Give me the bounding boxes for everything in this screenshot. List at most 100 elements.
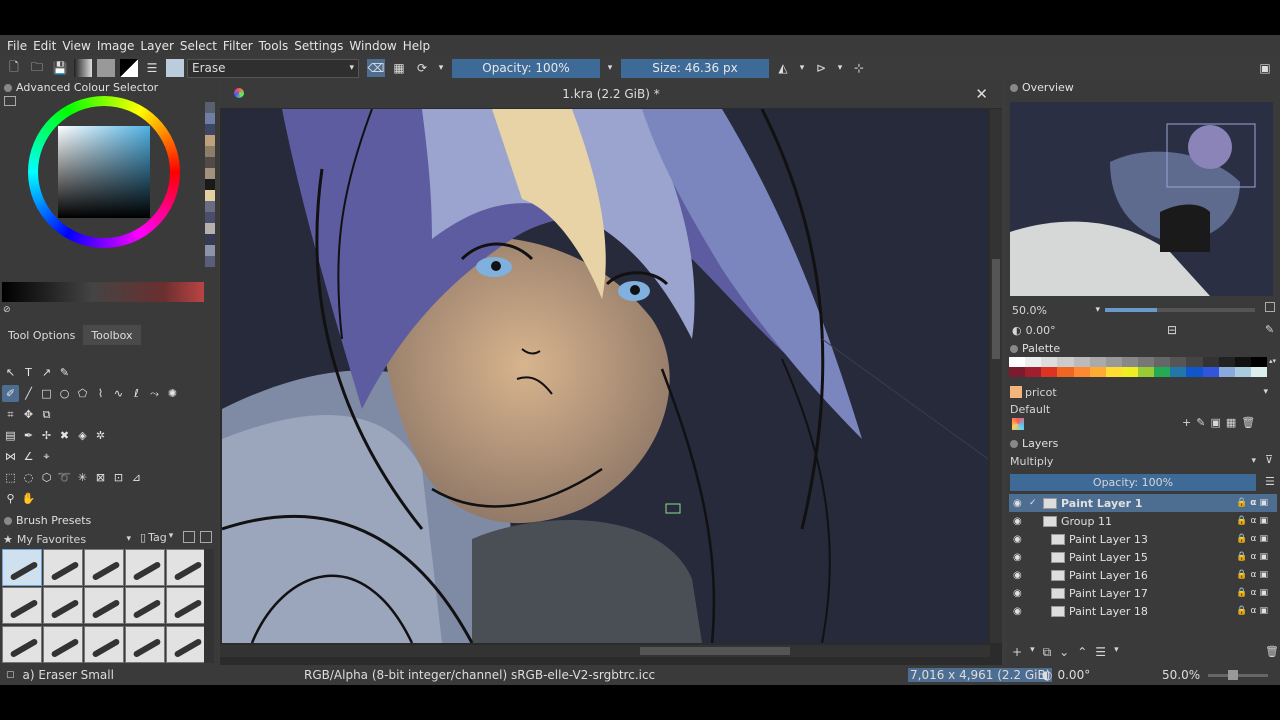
save-icon[interactable]: 💾 — [51, 59, 69, 77]
layer-flags[interactable]: 🔒α▣ — [1236, 534, 1271, 544]
brush-preset[interactable] — [43, 587, 83, 625]
gradient-tool-icon[interactable]: ▤ — [2, 427, 19, 444]
save-icon[interactable]: ▣ — [1210, 416, 1220, 429]
multibrush-icon[interactable]: ✺ — [164, 385, 181, 402]
brush-preset[interactable] — [125, 625, 165, 663]
open-folder-icon[interactable]: 🗀 — [28, 59, 46, 77]
layer-flags[interactable]: 🔒α▣ — [1236, 552, 1271, 562]
dock-handle-icon[interactable] — [1010, 83, 1018, 92]
menu-help[interactable]: Help — [403, 39, 430, 53]
menu-layer[interactable]: Layer — [140, 39, 173, 53]
document-tab[interactable]: 1.kra (2.2 GiB) * ✕ — [220, 80, 1002, 108]
polygon-select-icon[interactable]: ⬡ — [38, 469, 55, 486]
brush-preset[interactable] — [43, 549, 83, 586]
select-shapes-icon[interactable]: ↖ — [2, 364, 19, 381]
palette-scrollbar[interactable]: ▴▾ — [1269, 357, 1277, 377]
pattern-edit-icon[interactable]: ✲ — [92, 427, 109, 444]
pan-tool-icon[interactable]: ✋ — [20, 490, 37, 507]
ellipse-select-icon[interactable]: ◌ — [20, 469, 37, 486]
tab-tool-options[interactable]: Tool Options — [0, 325, 83, 345]
palette-grid-icon[interactable] — [1012, 418, 1024, 430]
polyline-tool-icon[interactable]: ⌇ — [92, 385, 109, 402]
brush-preset[interactable] — [166, 587, 206, 625]
preset-scrollbar[interactable] — [204, 549, 214, 663]
menu-edit[interactable]: Edit — [33, 39, 56, 53]
dynamic-brush-icon[interactable]: ⤳ — [146, 385, 163, 402]
magnetic-select-icon[interactable]: ⊿ — [128, 469, 145, 486]
mirror-horizontal-icon[interactable]: ◭ — [774, 59, 792, 77]
layer-row[interactable]: ◉ Paint Layer 17 🔒α▣ — [1009, 584, 1277, 602]
freehand-path-icon[interactable]: ℓ — [128, 385, 145, 402]
brush-preset[interactable] — [2, 587, 42, 625]
layer-row[interactable]: ◉ ✓ Paint Layer 1 🔒α▣ — [1009, 494, 1277, 512]
layer-flags[interactable]: 🔒α▣ — [1236, 498, 1271, 508]
edit-shapes-icon[interactable]: ↗ — [38, 364, 55, 381]
overview-zoom[interactable]: 50.0% ▾ — [1012, 302, 1100, 318]
rect-select-icon[interactable]: ⬚ — [2, 469, 19, 486]
color-picker-icon[interactable]: ✒ — [20, 427, 37, 444]
tab-toolbox[interactable]: Toolbox — [83, 325, 141, 345]
brush-preset[interactable] — [84, 625, 124, 663]
visibility-icon[interactable]: ◉ — [1013, 588, 1029, 599]
layer-menu-icon[interactable]: ☰ — [1265, 475, 1275, 488]
menu-view[interactable]: View — [62, 39, 90, 53]
dock-handle-icon[interactable] — [1010, 439, 1018, 448]
overview-zoom-slider[interactable] — [1105, 308, 1255, 312]
move-down-icon[interactable]: ⌄ — [1059, 645, 1069, 660]
panel-toggle-icon[interactable]: ▣ — [1256, 59, 1274, 77]
import-preset-icon[interactable] — [183, 531, 195, 543]
reload-preset-icon[interactable]: ⟳ — [413, 59, 431, 77]
layer-row[interactable]: ◉ Paint Layer 13 🔒α▣ — [1009, 530, 1277, 548]
contiguous-select-icon[interactable]: ✳ — [74, 469, 91, 486]
brush-preset[interactable] — [2, 625, 42, 663]
view-mode-icon[interactable] — [200, 531, 212, 543]
bezier-tool-icon[interactable]: ∿ — [110, 385, 127, 402]
calligraphy-icon[interactable]: ✎ — [56, 364, 73, 381]
tag-button[interactable]: ▯ Tag ▾ — [140, 531, 173, 544]
brush-preset[interactable] — [84, 587, 124, 625]
brush-preset-icon[interactable] — [166, 59, 184, 77]
gradient-icon[interactable] — [74, 59, 92, 77]
rotation-status[interactable]: ◐ 0.00° — [1042, 668, 1090, 682]
edit-icon[interactable]: ✎ — [1196, 416, 1205, 429]
chevron-down-icon[interactable]: ▾ — [436, 59, 446, 77]
visibility-icon[interactable]: ◉ — [1013, 498, 1029, 509]
polygon-tool-icon[interactable]: ⬠ — [74, 385, 91, 402]
delete-layer-icon[interactable]: 🗑 — [1265, 645, 1279, 658]
zoom-tool-icon[interactable]: ⚲ — [2, 490, 19, 507]
menu-settings[interactable]: Settings — [294, 39, 343, 53]
brush-preset[interactable] — [166, 549, 206, 586]
layer-row[interactable]: ◉ Group 11 🔒α▣ — [1009, 512, 1277, 530]
menu-image[interactable]: Image — [97, 39, 135, 53]
similar-select-icon[interactable]: ⊠ — [92, 469, 109, 486]
visibility-icon[interactable]: ◉ — [1013, 534, 1029, 545]
colorize-mask-icon[interactable]: ✖ — [56, 427, 73, 444]
canvas-horizontal-scrollbar[interactable] — [220, 645, 990, 657]
transform-tool-icon[interactable]: ⧉ — [38, 406, 55, 423]
current-swatch[interactable]: pricot ▾ — [1010, 385, 1268, 399]
reference-tool-icon[interactable]: ⌖ — [38, 448, 55, 465]
rectangle-tool-icon[interactable]: □ — [38, 385, 55, 402]
visibility-icon[interactable]: ◉ — [1013, 570, 1029, 581]
pattern-icon[interactable] — [97, 59, 115, 77]
layer-flags[interactable]: 🔒α▣ — [1236, 588, 1271, 598]
chevron-down-icon[interactable]: ▾ — [1114, 645, 1119, 660]
freehand-select-icon[interactable]: ➰ — [56, 469, 73, 486]
colour-selector-menu-icon[interactable] — [4, 96, 16, 106]
brush-preset[interactable] — [125, 587, 165, 625]
blend-mode-select[interactable]: Erase ▾ — [187, 58, 359, 78]
move-up-icon[interactable]: ⌃ — [1077, 645, 1087, 660]
layer-properties-icon[interactable]: ☰ — [1095, 645, 1106, 660]
palette-swatches[interactable] — [1009, 357, 1267, 377]
menu-window[interactable]: Window — [349, 39, 396, 53]
visibility-icon[interactable]: ◉ — [1013, 516, 1029, 527]
menu-select[interactable]: Select — [180, 39, 217, 53]
reset-icon[interactable]: ⊘ — [3, 305, 11, 315]
menu-file[interactable]: File — [7, 39, 27, 53]
duplicate-layer-icon[interactable]: ⧉ — [1043, 645, 1052, 660]
brush-preset[interactable] — [125, 549, 165, 586]
overview-rotation[interactable]: ◐ 0.00° — [1012, 322, 1092, 338]
overview-fit-icon[interactable] — [1265, 302, 1275, 312]
layer-flags[interactable]: 🔒α▣ — [1236, 570, 1271, 580]
canvas-artwork[interactable] — [222, 109, 988, 643]
